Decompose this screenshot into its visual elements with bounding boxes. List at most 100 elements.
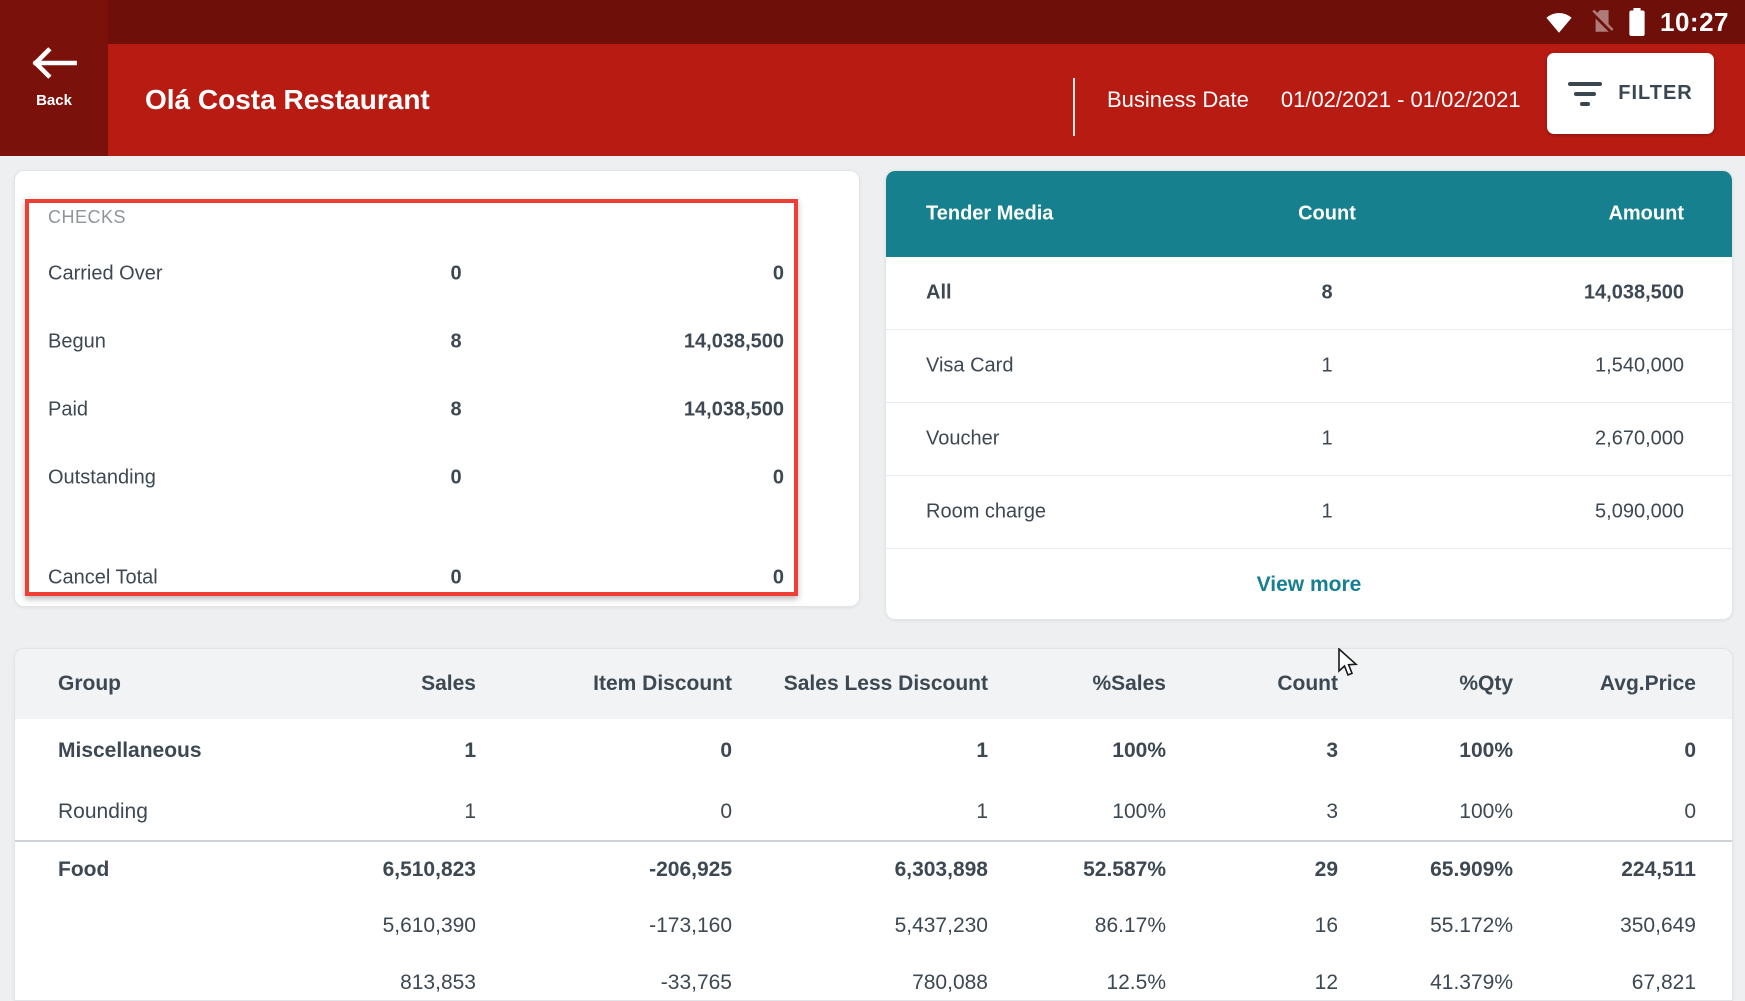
view-more-link[interactable]: View more bbox=[886, 549, 1732, 620]
row-label: Paid bbox=[48, 399, 88, 422]
row-count: 8 bbox=[450, 399, 461, 422]
cell-pct-sales: 86.17% bbox=[988, 914, 1166, 938]
row-label: All bbox=[926, 282, 952, 305]
row-count: 8 bbox=[450, 331, 461, 354]
cell-count: 3 bbox=[1166, 739, 1338, 763]
row-label: Voucher bbox=[926, 428, 999, 451]
cell-sales: 1 bbox=[220, 739, 476, 763]
no-sim-icon bbox=[1588, 9, 1614, 35]
cell-avg-price: 350,649 bbox=[1513, 914, 1696, 938]
cell-avg-price: 0 bbox=[1513, 739, 1696, 763]
row-amount: 5,090,000 bbox=[1595, 501, 1684, 524]
col-count: Count bbox=[1298, 203, 1356, 226]
cell-avg-price: 0 bbox=[1513, 800, 1696, 824]
back-arrow-icon bbox=[31, 47, 77, 84]
row-count: 0 bbox=[450, 567, 461, 590]
clock-time: 10:27 bbox=[1660, 7, 1729, 38]
col-group: Group bbox=[15, 672, 220, 696]
row-amount: 0 bbox=[773, 263, 784, 286]
row-label: Outstanding bbox=[48, 467, 156, 490]
cell-item-discount: 0 bbox=[476, 800, 732, 824]
header-divider bbox=[1073, 78, 1075, 136]
row-count: 1 bbox=[1321, 428, 1332, 451]
cell-sales-less-discount: 1 bbox=[732, 739, 988, 763]
row-label: Cancel Total bbox=[48, 567, 158, 590]
cell-pct-qty: 55.172% bbox=[1338, 914, 1513, 938]
tender-row-voucher: Voucher 1 2,670,000 bbox=[886, 403, 1732, 476]
col-avg-price: Avg.Price bbox=[1513, 672, 1696, 696]
group-row-food-sub1: 5,610,390 -173,160 5,437,230 86.17% 16 5… bbox=[15, 897, 1732, 954]
cell-item-discount: -206,925 bbox=[476, 858, 732, 882]
checks-row-cancel-total: Cancel Total 0 0 bbox=[15, 558, 859, 598]
checks-row-outstanding: Outstanding 0 0 bbox=[15, 458, 859, 498]
col-item-discount: Item Discount bbox=[476, 672, 732, 696]
col-tender-media: Tender Media bbox=[926, 203, 1053, 226]
group-sales-table[interactable]: Group Sales Item Discount Sales Less Dis… bbox=[14, 648, 1733, 1001]
cell-sales: 813,853 bbox=[220, 971, 476, 995]
business-date-label: Business Date bbox=[1107, 87, 1249, 113]
checks-row-paid: Paid 8 14,038,500 bbox=[15, 390, 859, 430]
tender-row-visa-card: Visa Card 1 1,540,000 bbox=[886, 330, 1732, 403]
back-button-label: Back bbox=[36, 92, 72, 109]
cell-sales-less-discount: 6,303,898 bbox=[732, 858, 988, 882]
row-count: 1 bbox=[1321, 501, 1332, 524]
tender-row-room-charge: Room charge 1 5,090,000 bbox=[886, 476, 1732, 549]
cell-sales-less-discount: 780,088 bbox=[732, 971, 988, 995]
business-date-picker[interactable]: Business Date 01/02/2021 - 01/02/2021 bbox=[1107, 87, 1521, 113]
cell-avg-price: 67,821 bbox=[1513, 971, 1696, 995]
filter-icon bbox=[1568, 82, 1602, 106]
row-amount: 14,038,500 bbox=[684, 399, 784, 422]
col-sales-less-discount: Sales Less Discount bbox=[732, 672, 988, 696]
tender-media-card: Tender Media Count Amount All 8 14,038,5… bbox=[885, 170, 1733, 620]
filter-button[interactable]: FILTER bbox=[1547, 53, 1714, 134]
row-count: 0 bbox=[450, 467, 461, 490]
mouse-cursor bbox=[1337, 648, 1363, 683]
page-title: Olá Costa Restaurant bbox=[145, 84, 430, 116]
checks-row-begun: Begun 8 14,038,500 bbox=[15, 322, 859, 362]
col-count: Count bbox=[1166, 672, 1338, 696]
row-amount: 14,038,500 bbox=[1584, 282, 1684, 305]
col-amount: Amount bbox=[1608, 203, 1684, 226]
row-amount: 1,540,000 bbox=[1595, 355, 1684, 378]
row-amount: 14,038,500 bbox=[684, 331, 784, 354]
filter-button-label: FILTER bbox=[1618, 82, 1693, 105]
cell-pct-sales: 100% bbox=[988, 739, 1166, 763]
cell-sales: 1 bbox=[220, 800, 476, 824]
cell-group: Rounding bbox=[15, 800, 220, 824]
checks-row-carried-over: Carried Over 0 0 bbox=[15, 254, 859, 294]
cell-group: Miscellaneous bbox=[15, 739, 220, 763]
row-label: Begun bbox=[48, 331, 106, 354]
cell-pct-sales: 100% bbox=[988, 800, 1166, 824]
cell-pct-sales: 12.5% bbox=[988, 971, 1166, 995]
status-bar: 10:27 bbox=[0, 0, 1745, 44]
row-label: Carried Over bbox=[48, 263, 162, 286]
cell-item-discount: 0 bbox=[476, 739, 732, 763]
battery-icon bbox=[1628, 8, 1646, 36]
group-table-header: Group Sales Item Discount Sales Less Dis… bbox=[15, 649, 1732, 719]
col-pct-qty: %Qty bbox=[1338, 672, 1513, 696]
cell-pct-qty: 100% bbox=[1338, 739, 1513, 763]
cell-sales-less-discount: 5,437,230 bbox=[732, 914, 988, 938]
cell-count: 3 bbox=[1166, 800, 1338, 824]
row-count: 0 bbox=[450, 263, 461, 286]
cell-count: 12 bbox=[1166, 971, 1338, 995]
cell-pct-sales: 52.587% bbox=[988, 858, 1166, 882]
group-row-rounding: Rounding 1 0 1 100% 3 100% 0 bbox=[15, 783, 1732, 840]
cell-avg-price: 224,511 bbox=[1513, 858, 1696, 882]
cell-sales: 5,610,390 bbox=[220, 914, 476, 938]
row-count: 1 bbox=[1321, 355, 1332, 378]
row-amount: 0 bbox=[773, 567, 784, 590]
cell-pct-qty: 100% bbox=[1338, 800, 1513, 824]
cell-pct-qty: 41.379% bbox=[1338, 971, 1513, 995]
cell-count: 16 bbox=[1166, 914, 1338, 938]
checks-card: CHECKS Carried Over 0 0 Begun 8 14,038,5… bbox=[14, 170, 860, 607]
back-button[interactable]: Back bbox=[0, 0, 108, 156]
group-row-miscellaneous: Miscellaneous 1 0 1 100% 3 100% 0 bbox=[15, 719, 1732, 783]
cell-sales: 6,510,823 bbox=[220, 858, 476, 882]
row-label: Visa Card bbox=[926, 355, 1013, 378]
app-header: Olá Costa Restaurant Business Date 01/02… bbox=[0, 44, 1745, 156]
wifi-icon bbox=[1544, 10, 1574, 34]
cell-count: 29 bbox=[1166, 858, 1338, 882]
checks-section-label: CHECKS bbox=[48, 207, 126, 228]
cell-group: Food bbox=[15, 858, 220, 882]
